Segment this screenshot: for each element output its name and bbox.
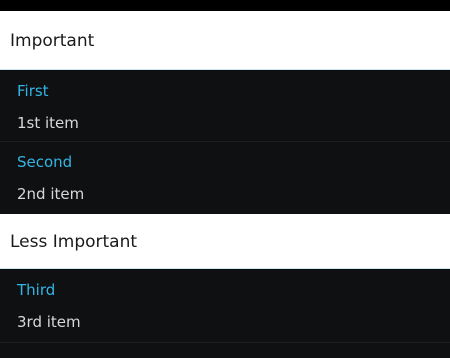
list-item-first[interactable]: First 1st item [0,71,450,141]
section-header-label: Important [10,30,95,51]
list-item-partial[interactable] [0,343,450,358]
top-bar [0,0,450,11]
section-header-important: Important [0,11,450,70]
list-item-title: Third [17,281,56,299]
list-item-subtitle: 3rd item [17,313,81,331]
list-item-second[interactable]: Second 2nd item [0,142,450,214]
section-header-less-important: Less Important [0,214,450,269]
list-item-subtitle: 2nd item [17,185,85,203]
list-item-title: First [17,82,49,100]
section-header-label: Less Important [10,231,138,252]
list-item-subtitle: 1st item [17,114,79,132]
list-item-title: Second [17,153,73,171]
list-item-third[interactable]: Third 3rd item [0,270,450,342]
